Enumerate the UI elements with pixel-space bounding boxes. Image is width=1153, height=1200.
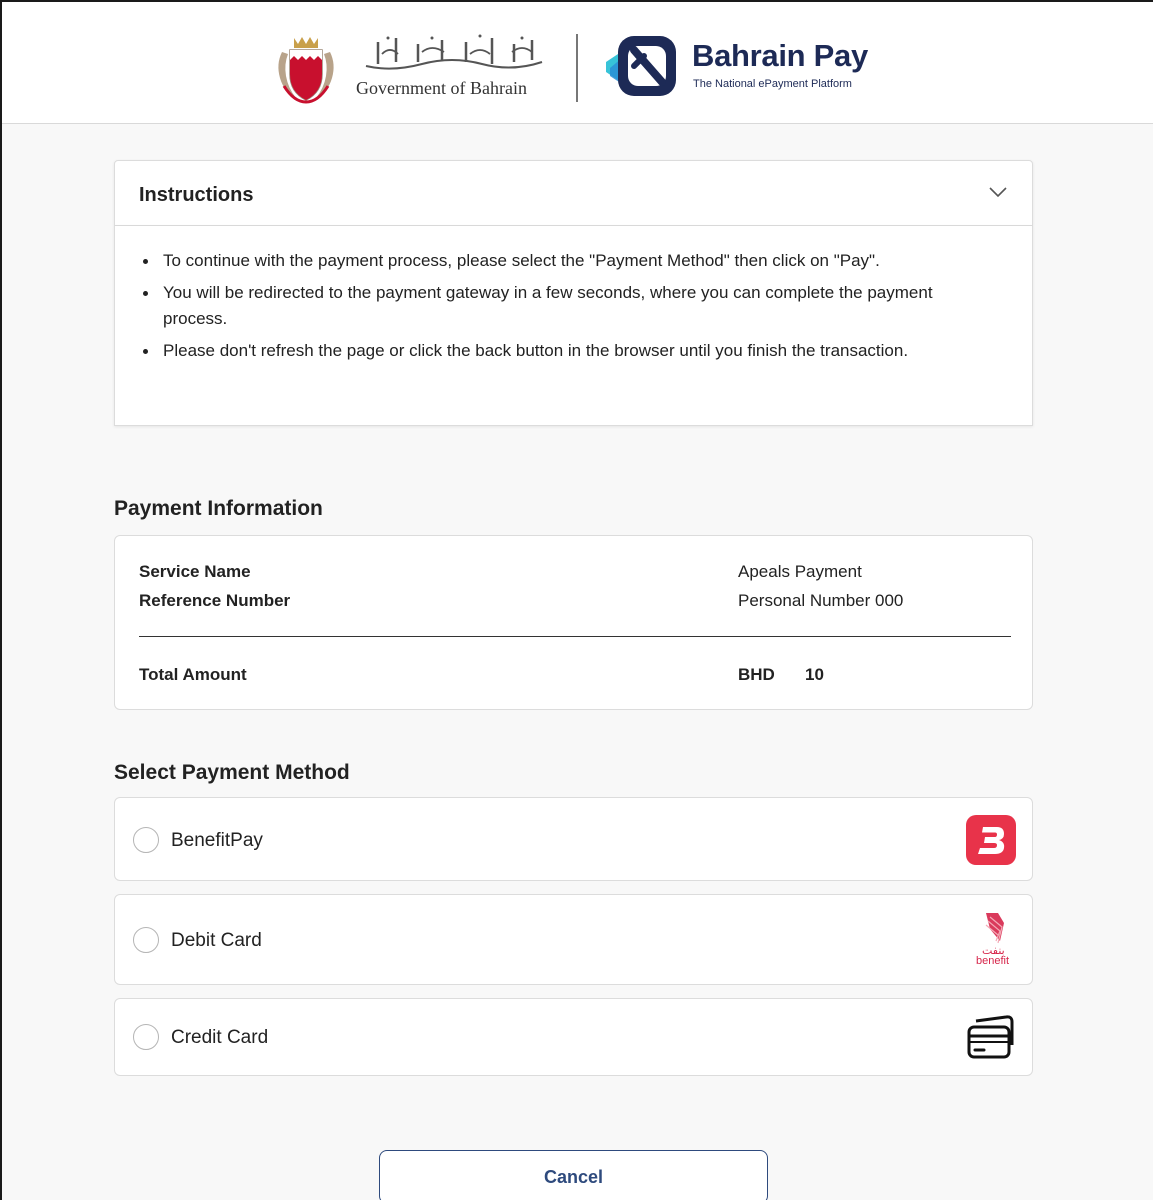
radio-debit-card[interactable] bbox=[133, 927, 159, 953]
total-amount-label: Total Amount bbox=[139, 665, 247, 684]
instructions-list: To continue with the payment process, pl… bbox=[139, 248, 939, 370]
radio-credit-card[interactable] bbox=[133, 1024, 159, 1050]
chevron-down-icon[interactable] bbox=[988, 185, 1008, 199]
option-label: Debit Card bbox=[171, 930, 262, 951]
site-header: Government of Bahrain Bahrain Pay The Na… bbox=[2, 2, 1153, 124]
instructions-toggle[interactable]: Instructions bbox=[114, 160, 1033, 226]
instruction-item: Please don't refresh the page or click t… bbox=[139, 338, 939, 364]
arabic-calligraphy-icon bbox=[365, 34, 543, 70]
bahrain-pay-logo-icon bbox=[606, 36, 676, 96]
total-amount-value: 10 bbox=[805, 665, 824, 684]
payment-option-credit-card[interactable]: Credit Card bbox=[114, 998, 1033, 1076]
credit-card-icon bbox=[967, 1015, 1014, 1059]
summary-divider bbox=[139, 636, 1011, 637]
payment-option-debit-card[interactable]: Debit Card بنفت benefit bbox=[114, 894, 1033, 985]
option-label: BenefitPay bbox=[171, 830, 263, 851]
option-label: Credit Card bbox=[171, 1027, 269, 1048]
gov-name-arabic bbox=[362, 32, 546, 76]
payment-method-title: Select Payment Method bbox=[114, 761, 350, 784]
gov-name-english: Government of Bahrain bbox=[356, 78, 527, 98]
reference-number-label: Reference Number bbox=[139, 591, 291, 610]
instructions-panel: To continue with the payment process, pl… bbox=[114, 226, 1033, 426]
header-divider bbox=[576, 34, 578, 102]
service-name-value: Apeals Payment bbox=[738, 562, 862, 581]
benefitpay-logo-icon bbox=[966, 815, 1016, 865]
payment-option-benefitpay[interactable]: BenefitPay bbox=[114, 797, 1033, 881]
instructions-title: Instructions bbox=[139, 184, 254, 206]
benefit-logo-icon: بنفت benefit bbox=[974, 911, 1016, 973]
reference-number-value: Personal Number 000 bbox=[738, 591, 904, 610]
bahrain-emblem-icon bbox=[278, 37, 334, 104]
benefit-mark-icon bbox=[985, 913, 1004, 944]
total-currency: BHD bbox=[738, 665, 775, 684]
platform-name: Bahrain Pay bbox=[692, 38, 868, 73]
radio-benefitpay[interactable] bbox=[133, 827, 159, 853]
cancel-button[interactable]: Cancel bbox=[379, 1150, 768, 1200]
instruction-item: To continue with the payment process, pl… bbox=[139, 248, 939, 274]
service-name-label: Service Name bbox=[139, 562, 251, 581]
payment-info-card: Service Name Apeals Payment Reference Nu… bbox=[114, 535, 1033, 710]
instruction-item: You will be redirected to the payment ga… bbox=[139, 280, 939, 332]
payment-info-title: Payment Information bbox=[114, 497, 323, 520]
benefit-logo-text-en: benefit bbox=[976, 955, 1010, 967]
platform-tagline: The National ePayment Platform bbox=[693, 78, 852, 90]
